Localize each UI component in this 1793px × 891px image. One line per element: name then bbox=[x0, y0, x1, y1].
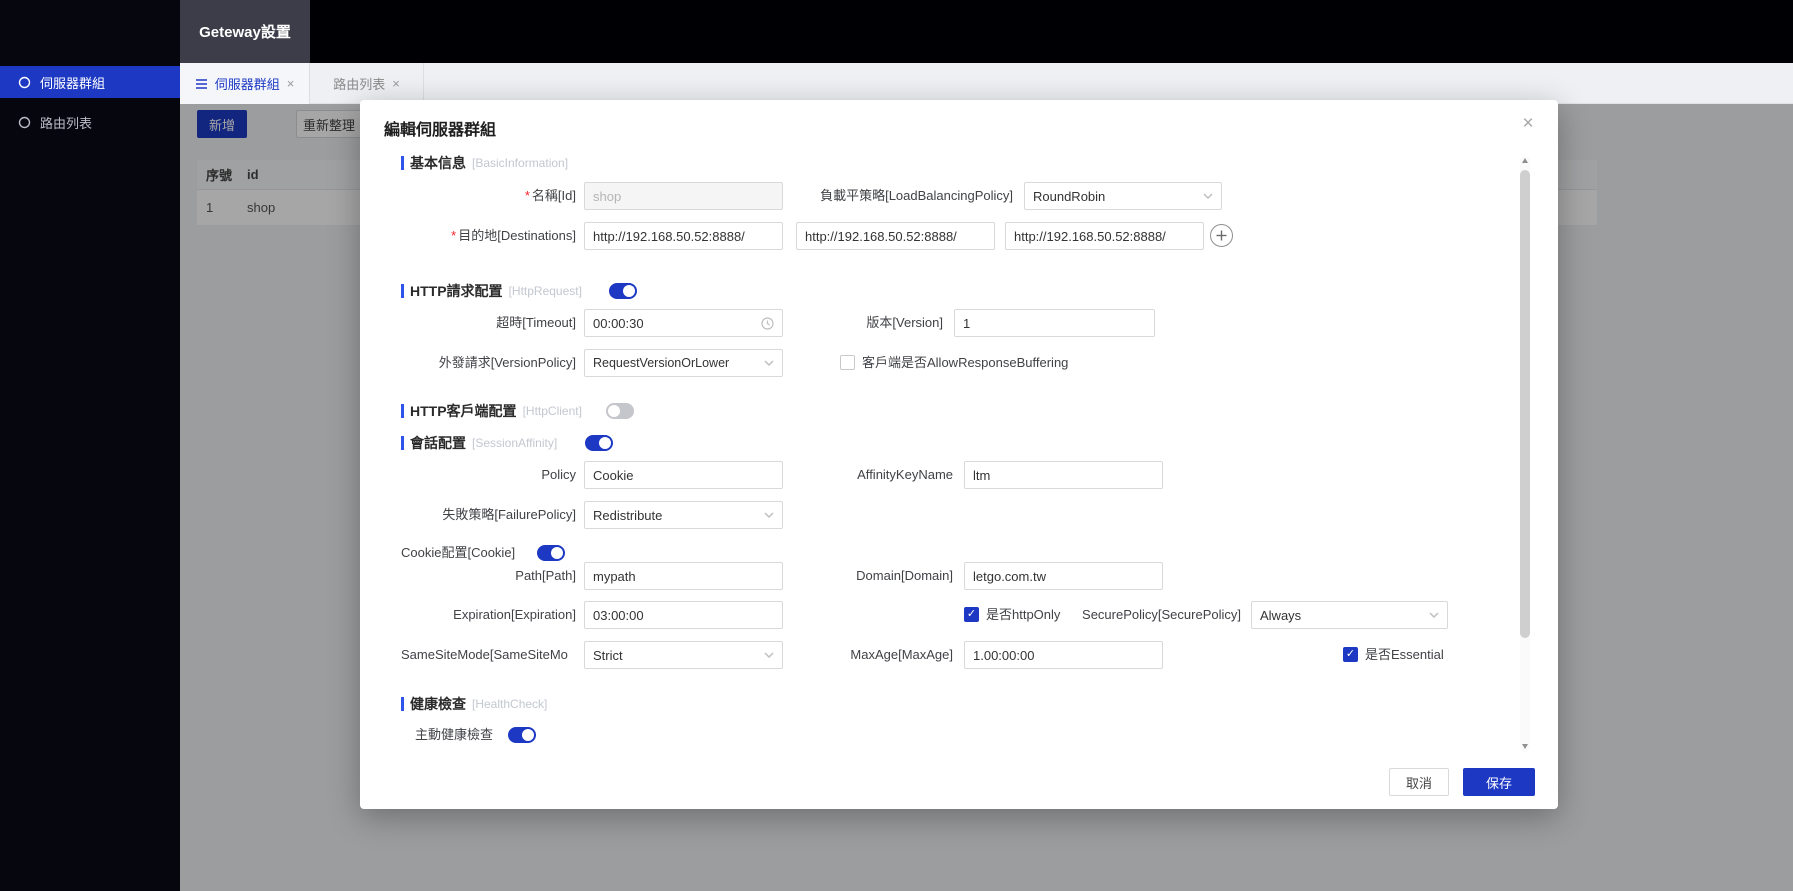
domain-label: Domain[Domain] bbox=[856, 568, 953, 583]
modal-scrollbar-thumb[interactable] bbox=[1520, 170, 1530, 638]
cookie-toggle[interactable] bbox=[537, 545, 565, 561]
sidebar-item-route-list[interactable]: 路由列表 bbox=[0, 106, 180, 138]
sidebar-item-label: 伺服器群組 bbox=[40, 75, 106, 91]
max-age-input[interactable] bbox=[964, 641, 1163, 669]
domain-input[interactable] bbox=[964, 562, 1163, 590]
name-input[interactable] bbox=[584, 182, 783, 210]
plus-icon bbox=[1216, 230, 1227, 241]
modal-title: 編輯伺服器群組 bbox=[384, 122, 497, 139]
close-icon[interactable]: × bbox=[287, 77, 295, 90]
section-health-check: 健康檢查 [HealthCheck] bbox=[401, 695, 547, 713]
version-policy-select[interactable]: RequestVersionOrLower bbox=[584, 349, 783, 377]
required-mark: * bbox=[451, 228, 457, 243]
max-age-label: MaxAge[MaxAge] bbox=[850, 647, 953, 662]
tab-label: 伺服器群組 bbox=[214, 77, 280, 92]
load-balancing-label: 負載平策略[LoadBalancingPolicy] bbox=[820, 188, 1013, 203]
section-http-client: HTTP客戶端配置 [HttpClient] bbox=[401, 402, 582, 420]
circle-icon bbox=[18, 76, 31, 88]
sidebar-item-server-groups[interactable]: 伺服器群組 bbox=[0, 66, 180, 98]
section-bar bbox=[401, 436, 404, 450]
scroll-down-icon[interactable] bbox=[1522, 744, 1528, 749]
expiration-input[interactable] bbox=[584, 601, 783, 629]
section-bar bbox=[401, 697, 404, 711]
chevron-down-icon bbox=[1203, 193, 1213, 199]
destination-input-2[interactable] bbox=[796, 222, 995, 250]
screen: Geteway設置 伺服器群組 路由列表 伺服器群組 × 路由列表 × 新增 重… bbox=[0, 0, 1793, 891]
same-site-mode-label: SameSiteMode[SameSiteMo bbox=[401, 647, 568, 662]
active-health-check-toggle[interactable] bbox=[508, 727, 536, 743]
expiration-label: Expiration[Expiration] bbox=[453, 607, 576, 622]
destination-input-3[interactable] bbox=[1005, 222, 1204, 250]
session-affinity-toggle[interactable] bbox=[585, 435, 613, 451]
tab-label: 路由列表 bbox=[333, 77, 386, 92]
timeout-label: 超時[Timeout] bbox=[496, 315, 576, 330]
tab-server-groups[interactable]: 伺服器群組 × bbox=[180, 63, 310, 104]
close-icon[interactable]: × bbox=[1516, 112, 1540, 136]
name-label: * 名稱[Id] bbox=[524, 188, 576, 203]
sidebar-item-label: 路由列表 bbox=[40, 115, 93, 131]
active-health-check-label: 主動健康檢查 bbox=[415, 727, 494, 742]
version-policy-label: 外發請求[VersionPolicy] bbox=[438, 355, 576, 370]
add-destination-button[interactable] bbox=[1210, 224, 1233, 247]
essential-checkbox[interactable] bbox=[1343, 647, 1358, 662]
section-http-request: HTTP請求配置 [HttpRequest] bbox=[401, 282, 582, 300]
save-button[interactable]: 保存 bbox=[1463, 768, 1535, 796]
failure-policy-select[interactable]: Redistribute bbox=[584, 501, 783, 529]
http-only-checkbox[interactable] bbox=[964, 607, 979, 622]
tab-route-list[interactable]: 路由列表 × bbox=[310, 63, 424, 104]
unordered-list-icon bbox=[195, 78, 207, 89]
section-bar bbox=[401, 284, 404, 298]
failure-policy-label: 失敗策略[FailurePolicy] bbox=[442, 507, 576, 522]
affinity-key-name-label: AffinityKeyName bbox=[857, 467, 953, 482]
section-basic-information: 基本信息 [BasicInformation] bbox=[401, 154, 568, 172]
secure-policy-select[interactable]: Always bbox=[1251, 601, 1448, 629]
chevron-down-icon bbox=[1429, 612, 1439, 618]
app-tab-gateway-settings[interactable]: Geteway設置 bbox=[180, 0, 310, 63]
path-label: Path[Path] bbox=[515, 568, 576, 583]
secure-policy-label: SecurePolicy[SecurePolicy] bbox=[1082, 607, 1241, 622]
http-client-toggle[interactable] bbox=[606, 403, 634, 419]
tab-bar: 伺服器群組 × 路由列表 × bbox=[180, 63, 1793, 104]
chevron-down-icon bbox=[764, 360, 774, 366]
version-input[interactable] bbox=[954, 309, 1155, 337]
app-header: Geteway設置 bbox=[180, 0, 1793, 63]
close-icon[interactable]: × bbox=[392, 77, 400, 90]
section-bar bbox=[401, 156, 404, 170]
sidebar: 伺服器群組 路由列表 bbox=[0, 0, 180, 891]
version-label: 版本[Version] bbox=[866, 315, 943, 330]
policy-label: Policy bbox=[541, 467, 576, 482]
http-request-toggle[interactable] bbox=[609, 283, 637, 299]
section-session-affinity: 會話配置 [SessionAffinity] bbox=[401, 434, 557, 452]
affinity-key-name-input[interactable] bbox=[964, 461, 1163, 489]
circle-icon bbox=[18, 116, 31, 128]
allow-response-buffering-checkbox[interactable] bbox=[840, 355, 855, 370]
essential-label: 是否Essential bbox=[1365, 647, 1444, 662]
cancel-button[interactable]: 取消 bbox=[1389, 768, 1449, 796]
chevron-down-icon bbox=[764, 512, 774, 518]
edit-server-group-modal: 編輯伺服器群組 × 基本信息 [BasicInformation] * 名稱[Id… bbox=[360, 100, 1558, 809]
section-bar bbox=[401, 404, 404, 418]
destination-input-1[interactable] bbox=[584, 222, 783, 250]
required-mark: * bbox=[524, 188, 530, 203]
load-balancing-select[interactable]: RoundRobin bbox=[1024, 182, 1222, 210]
scroll-up-icon[interactable] bbox=[1522, 158, 1528, 163]
destinations-label: * 目的地[Destinations] bbox=[451, 228, 576, 243]
timeout-input[interactable]: 00:00:30 bbox=[584, 309, 783, 337]
allow-response-buffering-label: 客戶端是否AllowResponseBuffering bbox=[862, 355, 1069, 370]
